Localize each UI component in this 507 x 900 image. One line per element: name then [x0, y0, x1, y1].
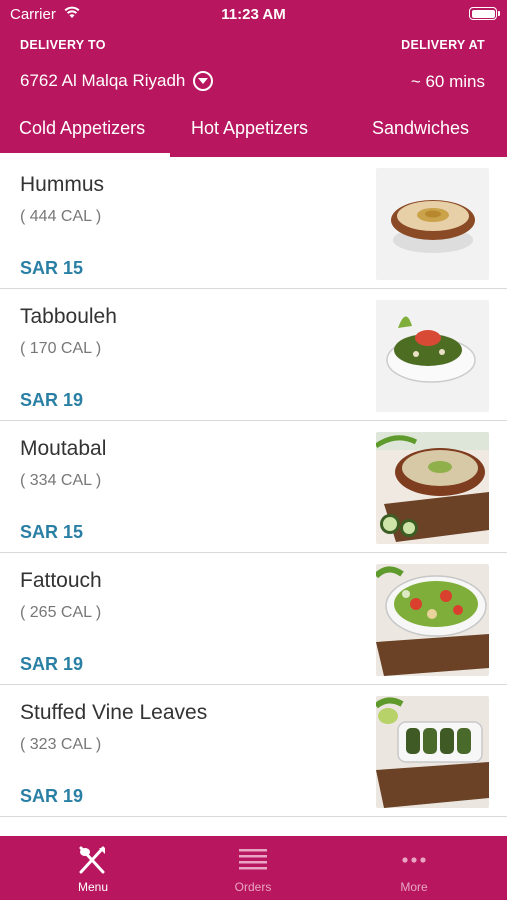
list-item[interactable]: Stuffed Vine Leaves ( 323 CAL ) SAR 19	[0, 685, 507, 817]
category-tabs: Cold Appetizers Hot Appetizers Sandwiche…	[0, 106, 507, 157]
bottom-tab-bar: Menu Orders More	[0, 836, 507, 900]
item-price: SAR 15	[20, 522, 84, 542]
item-calories: ( 265 CAL )	[20, 604, 102, 621]
tab-hot-appetizers[interactable]: Hot Appetizers	[191, 118, 308, 139]
tab-menu-label: Menu	[77, 880, 109, 894]
item-price: SAR 15	[20, 258, 84, 278]
delivery-eta: ~ 60 mins	[410, 72, 485, 91]
tab-orders-label: Orders	[234, 880, 272, 894]
item-calories: ( 334 CAL )	[20, 472, 102, 489]
vine-leaves-image	[376, 696, 489, 808]
delivery-at-label: DELIVERY AT	[401, 38, 485, 52]
fattouch-image	[376, 564, 489, 676]
chevron-down-icon	[193, 71, 214, 91]
item-price: SAR 19	[20, 786, 84, 806]
tab-more[interactable]: More	[354, 836, 474, 900]
hummus-image	[376, 168, 489, 280]
delivery-to-label: DELIVERY TO	[20, 38, 106, 52]
item-name: Hummus	[20, 173, 105, 196]
tab-sandwiches[interactable]: Sandwiches	[372, 118, 469, 139]
battery-icon	[469, 7, 500, 20]
tab-menu[interactable]: Menu	[33, 836, 153, 900]
item-name: Fattouch	[20, 569, 102, 592]
fork-knife-icon	[79, 846, 105, 874]
tab-orders[interactable]: Orders	[193, 836, 313, 900]
item-name: Tabbouleh	[20, 305, 117, 328]
moutabal-image	[376, 432, 489, 544]
header: Carrier 11:23 AM DELIVERY TO DELIVERY AT…	[0, 0, 507, 157]
item-name: Moutabal	[20, 437, 107, 460]
list-icon	[239, 849, 267, 870]
status-bar: Carrier 11:23 AM	[0, 0, 507, 28]
menu-list: Hummus ( 444 CAL ) SAR 15 Tabbouleh ( 17…	[0, 157, 507, 817]
item-calories: ( 444 CAL )	[20, 208, 102, 225]
item-price: SAR 19	[20, 390, 84, 410]
tabbouleh-image	[376, 300, 489, 412]
list-item[interactable]: Moutabal ( 334 CAL ) SAR 15	[0, 421, 507, 553]
item-calories: ( 170 CAL )	[20, 340, 102, 357]
item-calories: ( 323 CAL )	[20, 736, 102, 753]
address-text: 6762 Al Malqa Riyadh	[20, 71, 186, 90]
more-dots-icon	[402, 857, 426, 863]
list-item[interactable]: Hummus ( 444 CAL ) SAR 15	[0, 157, 507, 289]
tab-cold-appetizers[interactable]: Cold Appetizers	[19, 118, 145, 139]
item-name: Stuffed Vine Leaves	[20, 701, 208, 724]
address-selector[interactable]: 6762 Al Malqa Riyadh	[20, 71, 214, 91]
tab-more-label: More	[400, 880, 428, 894]
list-item[interactable]: Tabbouleh ( 170 CAL ) SAR 19	[0, 289, 507, 421]
status-time: 11:23 AM	[221, 6, 286, 23]
list-item[interactable]: Fattouch ( 265 CAL ) SAR 19	[0, 553, 507, 685]
item-price: SAR 19	[20, 654, 84, 674]
